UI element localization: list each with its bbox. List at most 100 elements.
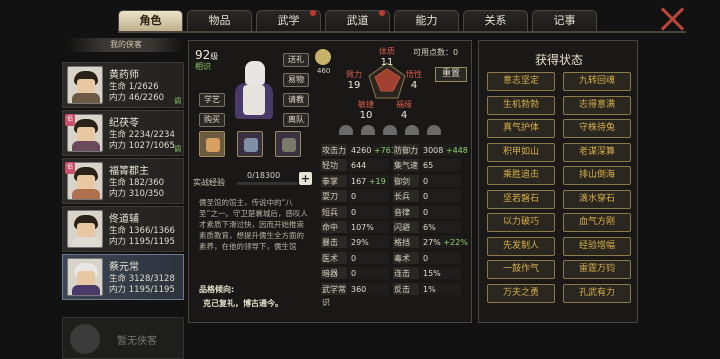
tab-wudao[interactable]: 武道	[325, 10, 390, 31]
avatar	[67, 210, 103, 248]
learn-button[interactable]: 学艺	[199, 93, 225, 107]
status-item[interactable]: 雷霆万钧	[563, 260, 631, 279]
tab-character[interactable]: 角色	[118, 10, 183, 31]
empty-avatar	[70, 324, 100, 354]
adjust-tag: 调	[174, 97, 181, 105]
stat-row: 医术 0	[321, 251, 391, 265]
notification-dot	[379, 10, 385, 16]
companion-card[interactable]: 侣 福箐郡主 生命 182/360 内力 310/350	[62, 158, 184, 204]
stat-label: 命中	[321, 221, 347, 233]
stat-label: 暗器	[321, 267, 347, 280]
companion-name: 福箐郡主	[109, 166, 149, 177]
companion-name: 蔡元常	[109, 262, 139, 273]
trade-button[interactable]: 易物	[283, 73, 309, 87]
stat-value: 0	[349, 251, 389, 264]
stat-value: 0	[421, 251, 461, 264]
tab-martial-arts[interactable]: 武学	[256, 10, 321, 31]
companion-card[interactable]: 黄药师 生命 1/2626 内力 46/2260 调	[62, 62, 184, 108]
status-item[interactable]: 排山倒海	[563, 166, 631, 185]
stat-label: 暴击	[321, 236, 347, 249]
stat-value: 29%	[349, 236, 389, 249]
personality-value: 克己复礼，博古通今。	[203, 299, 283, 308]
status-item[interactable]: 生机勃勃	[487, 95, 555, 115]
tab-relations[interactable]: 关系	[463, 10, 528, 31]
stat-label: 格挡	[393, 236, 419, 249]
partner-badge: 侣	[65, 114, 75, 126]
status-item[interactable]: 坚若磐石	[487, 189, 555, 209]
armor-slot[interactable]	[237, 131, 263, 157]
stat-value: 65	[421, 159, 461, 172]
stat-value: 0	[421, 174, 461, 187]
neili-line: 内力 1195/1195	[109, 285, 175, 295]
stat-row: 暗器 0	[321, 267, 391, 280]
add-xp-button[interactable]: +	[299, 172, 312, 185]
tab-label: 能力	[415, 14, 438, 27]
status-item[interactable]: 孔武有力	[563, 283, 631, 303]
status-item[interactable]: 一鼓作气	[487, 260, 555, 279]
stat-label: 闪避	[393, 221, 419, 233]
tab-ability[interactable]: 能力	[394, 10, 459, 31]
status-item[interactable]: 以力破巧	[487, 213, 555, 232]
trait-constitution: 体质 11	[379, 47, 395, 68]
stat-value: 15%	[421, 267, 461, 280]
status-item[interactable]: 血气方刚	[563, 213, 631, 232]
coin-value: 460	[317, 67, 331, 75]
companion-name: 黄药师	[109, 70, 139, 81]
stat-row: 闪避 6%	[393, 221, 463, 234]
tab-items[interactable]: 物品	[187, 10, 252, 31]
status-item[interactable]: 老谋深算	[563, 142, 631, 162]
relationship-status: 相识	[195, 62, 211, 71]
coin-icon	[315, 49, 331, 65]
level: 92级	[195, 48, 219, 62]
stat-row: 轻功 644	[321, 159, 391, 172]
status-item[interactable]: 积甲如山	[487, 142, 555, 162]
companion-name: 佟道辅	[109, 214, 139, 225]
neili-line: 内力 46/2260	[109, 93, 165, 103]
companion-card[interactable]: 侣 纪茯苓 生命 2234/2234 内力 1027/1065 调	[62, 110, 184, 156]
weapon-slot[interactable]	[199, 131, 225, 157]
tab-label: 关系	[484, 14, 507, 27]
close-icon[interactable]	[660, 6, 686, 32]
personality-label: 品格倾向:	[199, 285, 235, 294]
stat-label: 轻功	[321, 159, 347, 172]
reset-button[interactable]: 重置	[435, 67, 467, 82]
partner-badge: 侣	[65, 162, 75, 174]
tab-journal[interactable]: 记事	[532, 10, 597, 31]
stat-row: 集气速度65	[393, 159, 463, 183]
stat-row: 防御力 3008 +448	[393, 144, 468, 157]
stat-row: 反击 1%	[393, 282, 463, 296]
status-title: 获得状态	[534, 53, 583, 67]
ask-button[interactable]: 请教	[283, 93, 309, 107]
neili-line: 内力 310/350	[109, 189, 165, 199]
gift-button[interactable]: 送礼	[283, 53, 309, 67]
status-item[interactable]: 真气护体	[487, 119, 555, 138]
status-item[interactable]: 守株待兔	[563, 119, 631, 138]
stat-label: 毒术	[393, 251, 419, 264]
trait-strength: 臂力 19	[346, 70, 362, 91]
status-item[interactable]: 志得意满	[563, 95, 631, 115]
status-item[interactable]: 先发制人	[487, 236, 555, 256]
leave-party-button[interactable]: 离队	[283, 113, 309, 127]
status-item[interactable]: 万夫之勇	[487, 283, 555, 303]
status-item[interactable]: 乘胜追击	[487, 166, 555, 185]
status-item[interactable]: 九转回魂	[563, 72, 631, 91]
stat-label: 御剑	[393, 174, 419, 187]
companion-card-selected[interactable]: 蔡元常 生命 3128/3128 内力 1195/1195	[62, 254, 184, 300]
companion-card[interactable]: 佟道辅 生命 1366/1366 内力 1195/1195	[62, 206, 184, 252]
avatar	[67, 258, 103, 296]
stat-row: 长兵 0	[393, 190, 463, 203]
status-item[interactable]: 滴水穿石	[563, 189, 631, 209]
stat-label: 音律	[393, 205, 419, 218]
stat-value: 0	[421, 205, 461, 218]
sidebar-header: 我的侠客	[68, 38, 184, 52]
stat-label: 耍刀	[321, 190, 347, 203]
status-item[interactable]: 经验增幅	[563, 236, 631, 256]
stat-row: 命中 107%	[321, 221, 391, 234]
empty-label: 暂无侠客	[117, 336, 157, 347]
stat-label: 连击	[393, 267, 419, 280]
accessory-slot[interactable]	[275, 131, 301, 157]
buy-button[interactable]: 购买	[199, 113, 225, 127]
status-item[interactable]: 意志坚定	[487, 72, 555, 91]
notification-dot	[310, 10, 316, 16]
empty-companion-slot: 暂无侠客	[62, 317, 184, 359]
